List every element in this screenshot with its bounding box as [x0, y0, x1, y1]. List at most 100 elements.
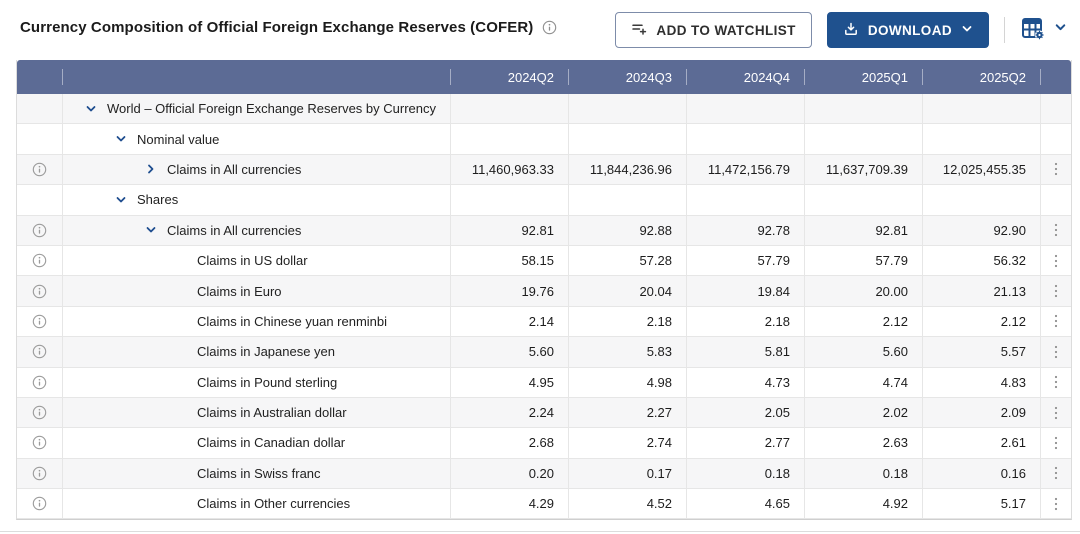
row-label-cell[interactable]: Claims in Euro: [63, 276, 450, 305]
value-cell: 56.32: [922, 246, 1040, 275]
value-cell: [804, 94, 922, 123]
value-cell: 2.77: [686, 428, 804, 457]
row-info-cell: [17, 337, 63, 366]
kebab-menu-icon[interactable]: [1054, 466, 1058, 480]
value-cell: 2.05: [686, 398, 804, 427]
row-label-cell[interactable]: Nominal value: [63, 124, 450, 153]
value-cell: 2.18: [686, 307, 804, 336]
value-cell: 0.16: [922, 459, 1040, 488]
kebab-menu-icon[interactable]: [1054, 375, 1058, 389]
kebab-menu-icon[interactable]: [1054, 314, 1058, 328]
row-menu-cell: [1040, 307, 1071, 336]
row-label: Claims in Australian dollar: [197, 405, 347, 420]
row-info-cell: [17, 94, 63, 123]
page-title: Currency Composition of Official Foreign…: [20, 19, 533, 36]
value-cell: 2.14: [450, 307, 568, 336]
value-cell: 5.81: [686, 337, 804, 366]
info-icon[interactable]: [32, 314, 47, 329]
info-icon[interactable]: [32, 223, 47, 238]
info-icon[interactable]: [32, 496, 47, 511]
row-label-cell[interactable]: Claims in All currencies: [63, 155, 450, 184]
value-cell: 2.12: [804, 307, 922, 336]
row-label-cell[interactable]: Claims in Japanese yen: [63, 337, 450, 366]
chevron-down-icon[interactable]: [115, 194, 127, 206]
row-menu-cell: [1040, 94, 1071, 123]
kebab-menu-icon[interactable]: [1054, 406, 1058, 420]
value-cell: 20.04: [568, 276, 686, 305]
row-menu-cell: [1040, 124, 1071, 153]
kebab-menu-icon[interactable]: [1054, 436, 1058, 450]
table-settings-gear-icon: [1020, 15, 1046, 46]
info-icon[interactable]: [32, 344, 47, 359]
chevron-down-icon[interactable]: [115, 133, 127, 145]
download-button[interactable]: DOWNLOAD: [827, 12, 989, 48]
info-icon[interactable]: [32, 375, 47, 390]
value-cell: 5.17: [922, 489, 1040, 518]
value-cell: 2.68: [450, 428, 568, 457]
column-header: 2025Q1: [804, 60, 922, 94]
row-info-cell: [17, 185, 63, 214]
value-cell: 0.20: [450, 459, 568, 488]
row-menu-cell: [1040, 337, 1071, 366]
info-icon[interactable]: [32, 162, 47, 177]
kebab-menu-icon[interactable]: [1054, 254, 1058, 268]
info-icon[interactable]: [32, 435, 47, 450]
info-icon[interactable]: [542, 20, 557, 35]
value-cell: 11,637,709.39: [804, 155, 922, 184]
table-row: Claims in Australian dollar 2.24 2.27 2.…: [17, 398, 1071, 428]
value-cell: 2.27: [568, 398, 686, 427]
row-label-cell[interactable]: Claims in Other currencies: [63, 489, 450, 518]
row-label-cell[interactable]: Claims in Chinese yuan renminbi: [63, 307, 450, 336]
kebab-menu-icon[interactable]: [1054, 345, 1058, 359]
info-icon[interactable]: [32, 284, 47, 299]
table-row: Claims in Chinese yuan renminbi 2.14 2.1…: [17, 307, 1071, 337]
row-info-cell: [17, 155, 63, 184]
table-header-row: 2024Q2 2024Q3 2024Q4 2025Q1 2025Q2: [17, 60, 1071, 94]
row-info-cell: [17, 124, 63, 153]
info-icon[interactable]: [32, 466, 47, 481]
row-label-cell[interactable]: Claims in Swiss franc: [63, 459, 450, 488]
row-label: Claims in Swiss franc: [197, 466, 321, 481]
table-row: Claims in Swiss franc 0.20 0.17 0.18 0.1…: [17, 459, 1071, 489]
row-label-cell[interactable]: Shares: [63, 185, 450, 214]
value-cell: 4.92: [804, 489, 922, 518]
row-label-cell[interactable]: Claims in Australian dollar: [63, 398, 450, 427]
row-label-cell[interactable]: Claims in Pound sterling: [63, 368, 450, 397]
chevron-down-icon[interactable]: [145, 224, 157, 236]
value-cell: 2.02: [804, 398, 922, 427]
row-label-cell[interactable]: World – Official Foreign Exchange Reserv…: [63, 94, 450, 123]
row-label: Claims in Other currencies: [197, 496, 350, 511]
info-icon[interactable]: [32, 405, 47, 420]
value-cell: 0.17: [568, 459, 686, 488]
column-header: 2024Q3: [568, 60, 686, 94]
kebab-menu-icon[interactable]: [1054, 223, 1058, 237]
chevron-down-icon[interactable]: [85, 103, 97, 115]
value-cell: 5.60: [450, 337, 568, 366]
kebab-menu-icon[interactable]: [1054, 162, 1058, 176]
add-to-watchlist-button[interactable]: ADD TO WATCHLIST: [615, 12, 811, 48]
kebab-menu-icon[interactable]: [1054, 284, 1058, 298]
value-cell: 4.74: [804, 368, 922, 397]
header-name-cell: [63, 60, 450, 94]
info-icon[interactable]: [32, 253, 47, 268]
row-label-cell[interactable]: Claims in All currencies: [63, 216, 450, 245]
kebab-menu-icon[interactable]: [1054, 497, 1058, 511]
row-menu-cell: [1040, 459, 1071, 488]
value-cell: 4.29: [450, 489, 568, 518]
value-cell: 2.63: [804, 428, 922, 457]
row-label-cell[interactable]: Claims in US dollar: [63, 246, 450, 275]
table-settings-button[interactable]: [1020, 15, 1067, 46]
value-cell: [568, 94, 686, 123]
row-label: Shares: [137, 192, 178, 207]
chevron-right-icon[interactable]: [145, 163, 157, 175]
value-cell: 20.00: [804, 276, 922, 305]
value-cell: 92.88: [568, 216, 686, 245]
row-label-cell[interactable]: Claims in Canadian dollar: [63, 428, 450, 457]
row-menu-cell: [1040, 428, 1071, 457]
value-cell: 11,460,963.33: [450, 155, 568, 184]
row-menu-cell: [1040, 398, 1071, 427]
row-info-cell: [17, 307, 63, 336]
table-row: Claims in Euro 19.76 20.04 19.84 20.00 2…: [17, 276, 1071, 306]
table-row: Claims in Other currencies 4.29 4.52 4.6…: [17, 489, 1071, 519]
table-row: Shares: [17, 185, 1071, 215]
